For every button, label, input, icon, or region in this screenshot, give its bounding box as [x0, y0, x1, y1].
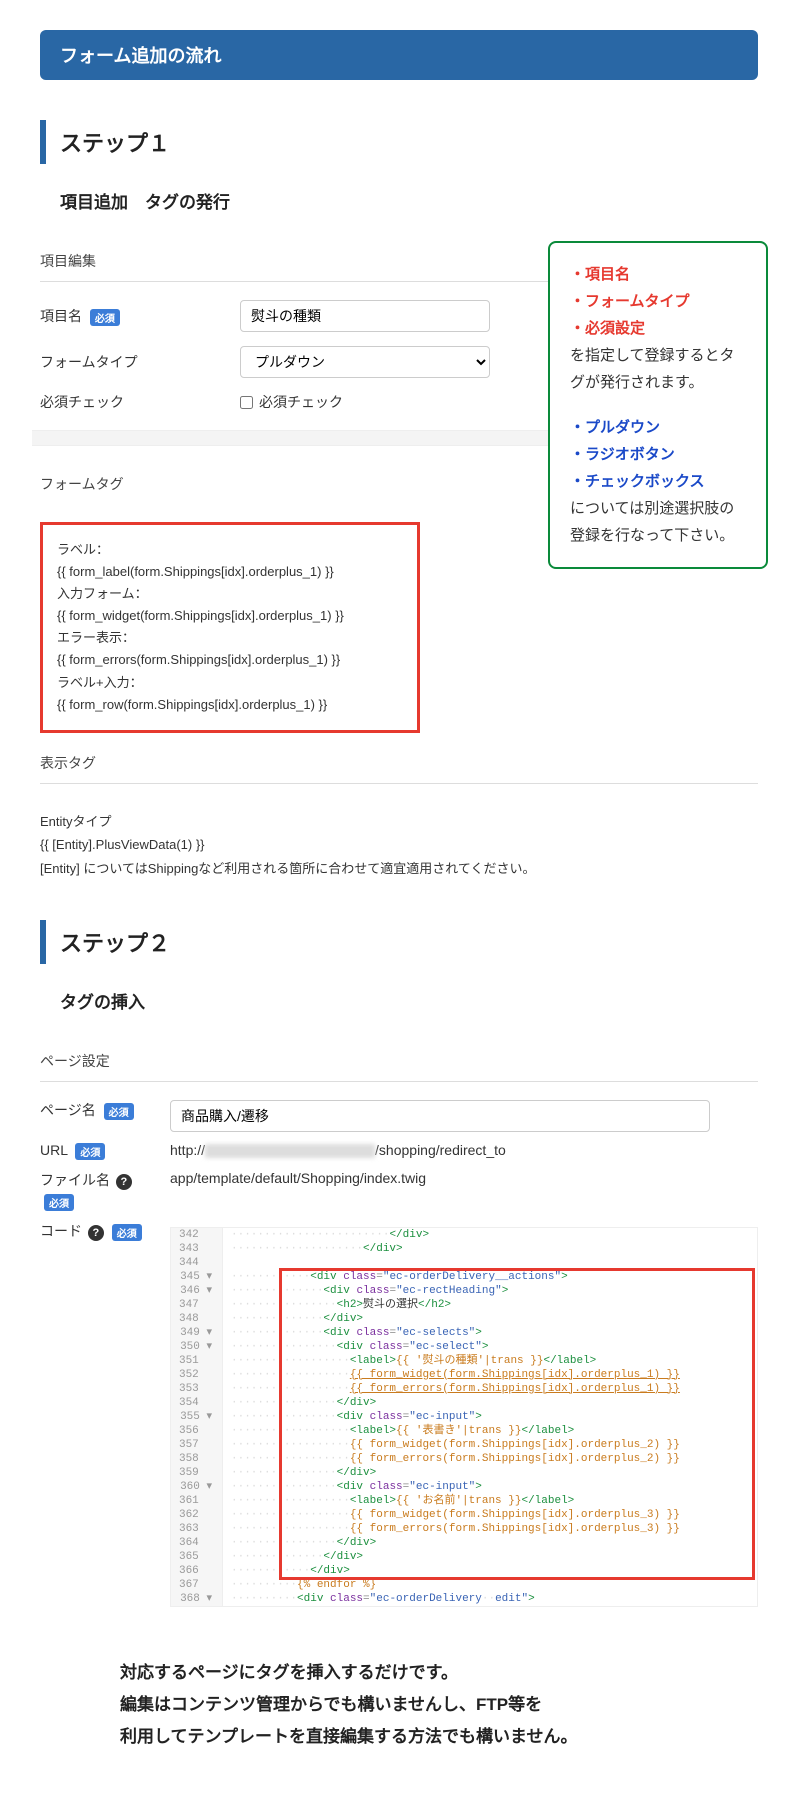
form-type-label: フォームタイプ	[40, 352, 240, 372]
required-checkbox-wrap[interactable]: 必須チェック	[240, 392, 343, 412]
required-checkbox[interactable]	[240, 396, 253, 409]
formtag-line: {{ form_label(form.Shippings[idx].orderp…	[57, 561, 403, 583]
footer-text: 対応するページにタグを挿入するだけです。 編集はコンテンツ管理からでも構いません…	[40, 1617, 758, 1774]
code-line: 352 ··················{{ form_widget(for…	[171, 1368, 757, 1382]
field-name-label: 項目名 必須	[40, 306, 240, 326]
page-name-label: ページ名 必須	[40, 1100, 170, 1120]
help-icon[interactable]: ?	[88, 1225, 104, 1241]
code-line: 368 ▾··········<div class="ec-orderDeliv…	[171, 1592, 757, 1606]
field-name-input[interactable]	[240, 300, 490, 332]
url-label: URL 必須	[40, 1142, 170, 1160]
step1-subheading: 項目追加 タグの発行	[40, 188, 758, 213]
formtag-line: {{ form_widget(form.Shippings[idx].order…	[57, 605, 403, 627]
code-line: 359 ················</div>	[171, 1466, 757, 1480]
code-line: 350 ▾················<div class="ec-sele…	[171, 1340, 757, 1354]
code-line: 346 ▾··············<div class="ec-rectHe…	[171, 1284, 757, 1298]
code-line: 356 ··················<label>{{ '表書き'|tr…	[171, 1424, 757, 1438]
file-name-value: app/template/default/Shopping/index.twig	[170, 1170, 758, 1186]
required-badge: 必須	[112, 1224, 142, 1241]
code-line: 363 ··················{{ form_errors(for…	[171, 1522, 757, 1536]
code-line: 358 ··················{{ form_errors(for…	[171, 1452, 757, 1466]
code-line: 366 ············</div>	[171, 1564, 757, 1578]
file-name-label: ファイル名 ? 必須	[40, 1170, 170, 1211]
step2-subheading: タグの挿入	[40, 988, 758, 1013]
code-line: 364 ················</div>	[171, 1536, 757, 1550]
code-line: 361 ··················<label>{{ 'お名前'|tr…	[171, 1494, 757, 1508]
code-line: 347 ················<h2>熨斗の選択</h2>	[171, 1298, 757, 1312]
url-value: http:///shopping/redirect_to	[170, 1142, 758, 1158]
info-line: については別途選択肢の登録を行なって下さい。	[570, 495, 746, 549]
code-line: 343 ····················</div>	[171, 1242, 757, 1256]
step1-heading: ステップ１	[40, 120, 758, 164]
entity-text: Entityタイプ {{ [Entity].PlusViewData(1) }}…	[40, 802, 758, 920]
code-label: コード ? 必須	[40, 1221, 170, 1241]
section-view-tag: 表示タグ	[40, 743, 758, 784]
form-type-select[interactable]: プルダウン	[240, 346, 490, 378]
main-title: フォーム追加の流れ	[40, 30, 758, 80]
code-line: 365 ··············</div>	[171, 1550, 757, 1564]
formtag-line: {{ form_row(form.Shippings[idx].orderplu…	[57, 694, 403, 716]
code-line: 349 ▾··············<div class="ec-select…	[171, 1326, 757, 1340]
code-editor[interactable]: 342 ························</div>343 ··…	[170, 1227, 758, 1607]
required-badge: 必須	[104, 1103, 134, 1120]
code-line: 360 ▾················<div class="ec-inpu…	[171, 1480, 757, 1494]
formtag-line: エラー表示：	[57, 627, 403, 649]
code-line: 344	[171, 1256, 757, 1270]
info-line: ・ラジオボタン	[570, 441, 746, 468]
formtag-line: ラベル：	[57, 539, 403, 561]
page-name-input[interactable]	[170, 1100, 710, 1132]
required-label: 必須チェック	[40, 392, 240, 412]
info-line: ・項目名	[570, 261, 746, 288]
info-line: ・プルダウン	[570, 414, 746, 441]
required-checkbox-label: 必須チェック	[259, 392, 343, 412]
formtag-line: 入力フォーム：	[57, 583, 403, 605]
formtag-line: ラベル+入力：	[57, 672, 403, 694]
required-badge: 必須	[44, 1194, 74, 1211]
code-line: 362 ··················{{ form_widget(for…	[171, 1508, 757, 1522]
code-line: 354 ················</div>	[171, 1396, 757, 1410]
info-line: ・フォームタイプ	[570, 288, 746, 315]
code-line: 345 ▾············<div class="ec-orderDel…	[171, 1270, 757, 1284]
url-blurred	[205, 1144, 375, 1158]
required-badge: 必須	[90, 309, 120, 326]
section-page-settings: ページ設定	[40, 1041, 758, 1082]
code-line: 367 ··········{% endfor %}	[171, 1578, 757, 1592]
info-line: を指定して登録するとタグが発行されます。	[570, 342, 746, 396]
code-line: 353 ··················{{ form_errors(for…	[171, 1382, 757, 1396]
code-line: 351 ··················<label>{{ '熨斗の種類'|…	[171, 1354, 757, 1368]
step2-heading: ステップ２	[40, 920, 758, 964]
code-line: 357 ··················{{ form_widget(for…	[171, 1438, 757, 1452]
code-line: 355 ▾················<div class="ec-inpu…	[171, 1410, 757, 1424]
help-icon[interactable]: ?	[116, 1174, 132, 1190]
info-line: ・必須設定	[570, 315, 746, 342]
info-callout: ・項目名 ・フォームタイプ ・必須設定 を指定して登録するとタグが発行されます。…	[548, 241, 768, 569]
code-line: 342 ························</div>	[171, 1228, 757, 1242]
info-line: ・チェックボックス	[570, 468, 746, 495]
required-badge: 必須	[75, 1143, 105, 1160]
code-line: 348 ··············</div>	[171, 1312, 757, 1326]
formtag-line: {{ form_errors(form.Shippings[idx].order…	[57, 649, 403, 671]
form-tag-output: ラベル： {{ form_label(form.Shippings[idx].o…	[40, 522, 420, 733]
